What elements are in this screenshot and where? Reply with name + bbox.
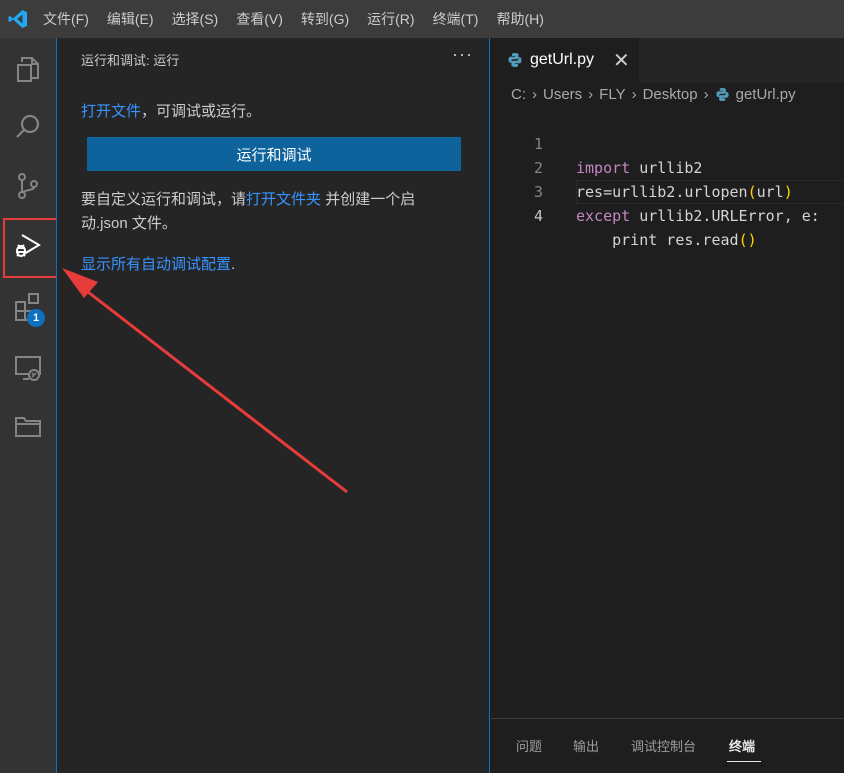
chevron-right-icon: › bbox=[532, 86, 537, 103]
line-number: 4 bbox=[533, 207, 543, 225]
breadcrumb-item[interactable]: C: bbox=[511, 86, 526, 103]
python-file-icon bbox=[508, 53, 522, 67]
python-file-icon bbox=[716, 87, 729, 102]
extensions-badge: 1 bbox=[27, 309, 45, 327]
show-all-debug-configs-link[interactable]: 显示所有自动调试配置 bbox=[81, 256, 231, 273]
sidebar-title: 运行和调试: 运行 bbox=[81, 53, 180, 68]
menu-terminal[interactable]: 终端(T) bbox=[426, 0, 486, 38]
menu-run[interactable]: 运行(R) bbox=[360, 0, 421, 38]
menu-bar: 文件(F) 编辑(E) 选择(S) 查看(V) 转到(G) 运行(R) 终端(T… bbox=[0, 0, 844, 38]
show-configs-text: 显示所有自动调试配置. bbox=[81, 253, 235, 274]
code-line: 2 res=urllib2.urlopen(url) bbox=[491, 132, 844, 201]
activity-bar: 1 bbox=[0, 38, 56, 773]
tab-debug-console[interactable]: 调试控制台 bbox=[631, 736, 696, 755]
breadcrumb-item[interactable]: FLY bbox=[599, 86, 625, 103]
menu-edit[interactable]: 编辑(E) bbox=[100, 0, 161, 38]
menu-help[interactable]: 帮助(H) bbox=[489, 0, 550, 38]
breadcrumb-item[interactable]: Desktop bbox=[643, 86, 698, 103]
show-configs-suffix: . bbox=[231, 256, 236, 273]
tab-problems[interactable]: 问题 bbox=[516, 736, 542, 755]
chevron-right-icon: › bbox=[588, 86, 594, 103]
breadcrumb: C: › Users › FLY › Desktop › getUrl.py bbox=[511, 86, 796, 103]
menu-selection[interactable]: 选择(S) bbox=[165, 0, 226, 38]
annotation-highlight-box bbox=[3, 218, 61, 278]
vscode-logo-icon bbox=[0, 0, 36, 38]
editor-area: getUrl.py ✕ C: › Users › FLY › Desktop ›… bbox=[491, 38, 844, 773]
editor-tabs: getUrl.py ✕ bbox=[491, 38, 844, 82]
panel-border bbox=[491, 718, 844, 719]
chevron-right-icon: › bbox=[703, 86, 709, 103]
more-actions-icon[interactable]: ··· bbox=[452, 44, 473, 65]
current-line-highlight bbox=[576, 180, 844, 204]
source-control-icon[interactable] bbox=[0, 158, 56, 214]
tab-output[interactable]: 输出 bbox=[573, 736, 599, 755]
folder-icon[interactable] bbox=[0, 398, 56, 454]
open-file-link[interactable]: 打开文件 bbox=[81, 103, 141, 120]
customize-prefix: 要自定义运行和调试，请 bbox=[81, 191, 247, 208]
tab-terminal[interactable]: 终端 bbox=[729, 736, 755, 755]
tab-label: getUrl.py bbox=[530, 51, 595, 68]
explorer-icon[interactable] bbox=[0, 41, 56, 97]
chevron-right-icon: › bbox=[631, 86, 637, 103]
breadcrumb-item[interactable]: Users bbox=[543, 86, 582, 103]
run-and-debug-button[interactable]: 运行和调试 bbox=[87, 137, 461, 171]
remote-explorer-icon[interactable] bbox=[0, 340, 56, 396]
active-tab-indicator bbox=[727, 761, 761, 762]
extensions-icon[interactable] bbox=[0, 278, 56, 334]
customize-text: 要自定义运行和调试，请打开文件夹 并创建一个启动.json 文件。 bbox=[81, 188, 461, 236]
menu-file[interactable]: 文件(F) bbox=[36, 0, 96, 38]
tab-geturl-py[interactable]: getUrl.py ✕ bbox=[491, 38, 639, 82]
panel-tabs: 问题 输出 调试控制台 终端 bbox=[491, 728, 844, 768]
open-file-text: 打开文件，可调试或运行。 bbox=[81, 100, 261, 121]
search-icon[interactable] bbox=[0, 99, 56, 155]
code-text: except urllib2.URLError, e: bbox=[576, 207, 820, 225]
open-file-suffix: ，可调试或运行。 bbox=[141, 103, 262, 120]
menu-view[interactable]: 查看(V) bbox=[229, 0, 290, 38]
breadcrumb-item[interactable]: getUrl.py bbox=[736, 86, 796, 103]
code-line: 3 except urllib2.URLError, e: bbox=[491, 156, 844, 225]
code-text: print res.read() bbox=[576, 231, 757, 249]
menu-go[interactable]: 转到(G) bbox=[294, 0, 356, 38]
close-icon[interactable]: ✕ bbox=[613, 48, 630, 73]
run-debug-sidebar: 运行和调试: 运行 ··· 打开文件，可调试或运行。 运行和调试 要自定义运行和… bbox=[56, 38, 490, 773]
code-line: 1 import urllib2 bbox=[491, 108, 844, 177]
open-folder-link[interactable]: 打开文件夹 bbox=[246, 191, 321, 208]
